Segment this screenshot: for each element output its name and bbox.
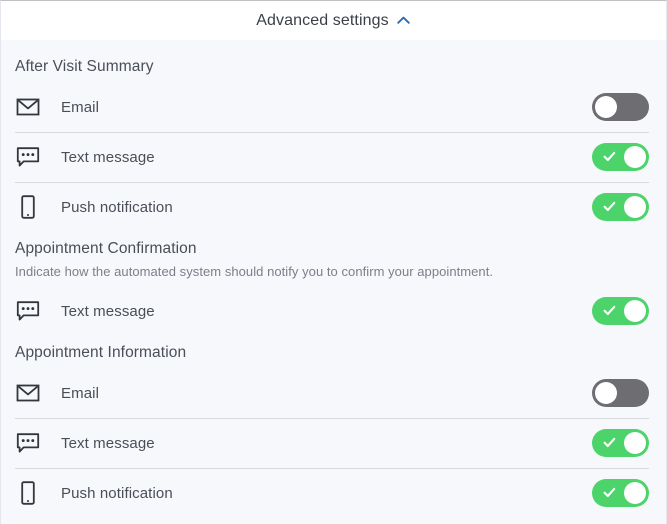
advanced-settings-title: Advanced settings [256,11,389,29]
toggle-knob [595,382,617,404]
settings-row-label: Text message [61,302,155,320]
speech-bubble-icon [15,144,49,170]
envelope-icon [15,380,49,406]
mobile-phone-icon [15,194,49,220]
toggle-email[interactable] [592,93,649,121]
settings-row[interactable]: Text message [1,286,666,336]
section-title: Appointment Confirmation [15,240,197,257]
toggle-push-notification[interactable] [592,479,649,507]
settings-section: After Visit Summary Email Text message Push… [1,50,666,232]
toggle-text-message[interactable] [592,143,649,171]
settings-row[interactable]: Push notification [1,182,666,232]
chevron-up-icon[interactable] [396,13,411,28]
toggle-text-message[interactable] [592,429,649,457]
speech-bubble-icon [15,298,49,324]
settings-row-label: Email [61,98,100,116]
check-icon [603,150,616,163]
settings-section: Appointment Information Email Text message… [1,336,666,518]
toggle-knob [624,300,646,322]
settings-row-label: Text message [61,434,155,452]
toggle-knob [624,146,646,168]
envelope-icon [15,94,49,120]
toggle-email[interactable] [592,379,649,407]
check-icon [603,436,616,449]
settings-row-label: Email [61,384,100,402]
toggle-knob [624,432,646,454]
settings-row[interactable]: Email [1,82,666,132]
toggle-push-notification[interactable] [592,193,649,221]
toggle-text-message[interactable] [592,297,649,325]
settings-row-label: Push notification [61,198,173,216]
toggle-knob [595,96,617,118]
mobile-phone-icon [15,480,49,506]
advanced-settings-header[interactable]: Advanced settings [1,1,666,40]
section-title: After Visit Summary [15,58,154,75]
settings-row[interactable]: Text message [1,418,666,468]
toggle-knob [624,482,646,504]
section-title: Appointment Information [15,344,187,361]
speech-bubble-icon [15,430,49,456]
settings-row-label: Text message [61,148,155,166]
toggle-knob [624,196,646,218]
check-icon [603,486,616,499]
advanced-settings-panel: Advanced settings After Visit Summary Ema… [0,0,667,524]
settings-section: Appointment Confirmation Indicate how the… [1,232,666,336]
section-description: Indicate how the automated system should… [15,264,494,279]
settings-row-label: Push notification [61,484,173,502]
check-icon [603,200,616,213]
settings-row[interactable]: Push notification [1,468,666,518]
settings-row[interactable]: Text message [1,132,666,182]
check-icon [603,304,616,317]
settings-sections: After Visit Summary Email Text message Push… [1,40,666,518]
settings-row[interactable]: Email [1,368,666,418]
